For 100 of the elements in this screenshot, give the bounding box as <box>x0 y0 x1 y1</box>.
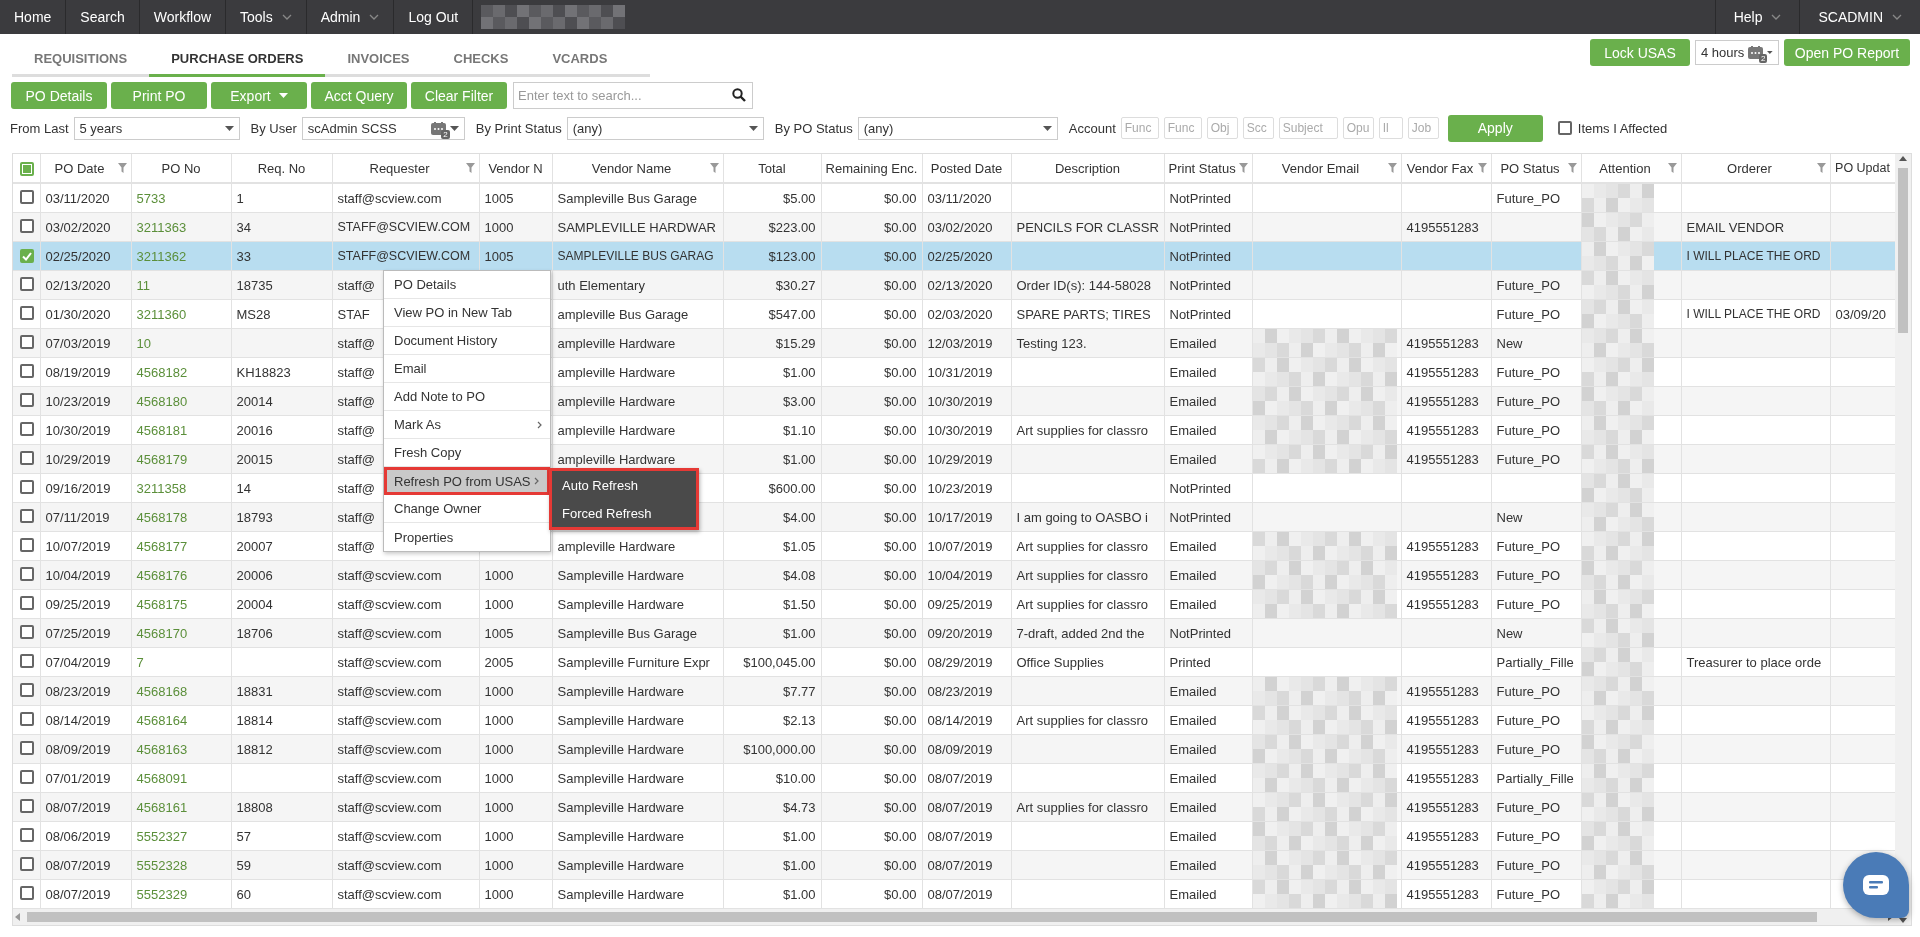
menu-item[interactable]: Add Note to PO <box>384 383 550 411</box>
column-header[interactable]: PO No <box>135 160 227 176</box>
menu-item[interactable]: Auto Refresh <box>552 471 696 499</box>
filter-icon[interactable] <box>1238 163 1248 173</box>
scrollbar-thumb[interactable] <box>27 912 1817 922</box>
filter-icon[interactable] <box>465 163 475 173</box>
column-header[interactable]: Req. No <box>235 160 328 176</box>
row-checkbox[interactable] <box>20 249 34 263</box>
table-cell[interactable]: 4568178 <box>131 502 231 532</box>
column-header[interactable]: Orderer <box>1685 160 1814 176</box>
column-header[interactable]: Requester <box>336 160 463 176</box>
column-header[interactable]: Remaining Enc. <box>825 160 918 176</box>
row-checkbox[interactable] <box>20 392 34 407</box>
dropdown[interactable]: (any) <box>566 116 764 140</box>
column-header[interactable]: Attention <box>1585 160 1665 176</box>
table-cell[interactable]: 7 <box>131 647 231 677</box>
nav-menu-item[interactable]: Tools <box>226 0 307 34</box>
row-checkbox[interactable] <box>20 827 34 842</box>
filter-icon[interactable] <box>117 163 127 173</box>
dropdown[interactable]: 5 years <box>73 116 240 140</box>
row-checkbox[interactable] <box>20 189 34 204</box>
row-checkbox[interactable] <box>20 421 34 436</box>
tab[interactable]: VCARDS <box>530 43 630 77</box>
nav-menu-item[interactable]: Admin <box>306 0 395 34</box>
account-segment-field[interactable]: Il <box>1378 117 1403 139</box>
row-checkbox[interactable] <box>20 508 34 523</box>
account-segment-field[interactable]: Func <box>1163 117 1202 139</box>
menu-item[interactable]: PO Details <box>384 271 550 299</box>
select-all-checkbox[interactable] <box>20 161 34 176</box>
row-checkbox[interactable] <box>20 856 34 871</box>
search-field[interactable]: Enter text to search... <box>513 82 753 109</box>
row-checkbox[interactable] <box>20 479 34 494</box>
filter-icon[interactable] <box>1387 163 1397 173</box>
account-segment-field[interactable]: Obj <box>1206 117 1238 139</box>
search-icon[interactable] <box>732 88 746 102</box>
table-cell[interactable]: 4568161 <box>131 792 231 822</box>
table-cell[interactable]: 4568180 <box>131 386 231 416</box>
row-checkbox[interactable] <box>20 798 34 813</box>
row-checkbox[interactable] <box>20 566 34 581</box>
filter-icon[interactable] <box>1667 163 1677 173</box>
checkbox[interactable] <box>1557 121 1572 135</box>
vertical-scrollbar[interactable] <box>1895 154 1911 925</box>
column-header[interactable]: PO Date <box>44 160 115 176</box>
nav-menu-item[interactable]: Search <box>66 0 140 34</box>
table-cell[interactable]: 4568175 <box>131 589 231 619</box>
table-cell[interactable]: 4568170 <box>131 618 231 648</box>
tab[interactable]: REQUISITIONS <box>12 43 150 77</box>
table-cell[interactable]: 4568181 <box>131 415 231 445</box>
table-cell[interactable]: 4568182 <box>131 357 231 387</box>
table-cell[interactable]: 11 <box>131 270 231 300</box>
row-checkbox[interactable] <box>20 537 34 552</box>
menu-item[interactable]: Document History <box>384 327 550 355</box>
table-cell[interactable]: 4568091 <box>131 763 231 793</box>
scrollbar-thumb[interactable] <box>1898 168 1908 333</box>
filter-icon[interactable] <box>709 163 719 173</box>
nav-menu-item[interactable]: Home <box>0 0 67 34</box>
menu-item[interactable]: Email <box>384 355 550 383</box>
table-cell[interactable]: 4568176 <box>131 560 231 590</box>
table-cell[interactable]: 5552328 <box>131 850 231 880</box>
row-checkbox[interactable] <box>20 740 34 755</box>
row-checkbox[interactable] <box>20 305 34 320</box>
row-checkbox[interactable] <box>20 363 34 378</box>
filter-icon[interactable] <box>1816 163 1826 173</box>
nav-menu-item[interactable]: Help <box>1714 0 1800 34</box>
menu-item[interactable]: View PO in New Tab <box>384 299 550 327</box>
menu-item[interactable]: Mark As <box>384 411 550 439</box>
column-header[interactable]: PO Updat <box>1834 161 1891 175</box>
table-cell[interactable]: 4568163 <box>131 734 231 764</box>
account-segment-field[interactable]: Job <box>1407 117 1439 139</box>
filter-icon[interactable] <box>1477 163 1487 173</box>
account-segment-field[interactable]: Scc <box>1242 117 1274 139</box>
nav-menu-item[interactable]: Workflow <box>139 0 227 34</box>
table-cell[interactable]: 3211360 <box>131 299 231 329</box>
column-header[interactable]: Vendor Name <box>556 160 707 176</box>
table-cell[interactable]: 3211358 <box>131 473 231 503</box>
row-checkbox[interactable] <box>20 276 34 291</box>
dropdown[interactable]: scAdmin SCSS 2 <box>301 116 465 140</box>
row-checkbox[interactable] <box>20 711 34 726</box>
scroll-down-icon[interactable] <box>1898 915 1908 925</box>
filter-icon[interactable] <box>1567 163 1577 173</box>
column-header[interactable]: Description <box>1015 160 1160 176</box>
menu-item[interactable]: Forced Refresh <box>552 499 696 527</box>
menu-item[interactable]: Refresh PO from USAS <box>384 467 550 495</box>
nav-menu-item[interactable]: Log Out <box>394 0 474 34</box>
tab[interactable]: CHECKS <box>431 43 531 77</box>
row-checkbox[interactable] <box>20 595 34 610</box>
column-header[interactable]: Print Status <box>1168 160 1236 176</box>
table-cell[interactable]: 4568164 <box>131 705 231 735</box>
row-checkbox[interactable] <box>20 653 34 668</box>
column-header[interactable]: Vendor Fax <box>1405 160 1475 176</box>
table-cell[interactable]: 3211363 <box>131 212 231 242</box>
table-cell[interactable]: 4568168 <box>131 676 231 706</box>
column-header[interactable]: Posted Date <box>926 160 1007 176</box>
row-checkbox[interactable] <box>20 769 34 784</box>
table-cell[interactable]: 5733 <box>131 183 231 213</box>
account-segment-field[interactable]: Subject <box>1278 117 1338 139</box>
tab[interactable]: PURCHASE ORDERS <box>149 43 326 77</box>
account-segment-field[interactable]: Opu <box>1342 117 1374 139</box>
column-header[interactable]: PO Status <box>1495 160 1565 176</box>
column-header[interactable]: Vendor N <box>483 160 548 176</box>
